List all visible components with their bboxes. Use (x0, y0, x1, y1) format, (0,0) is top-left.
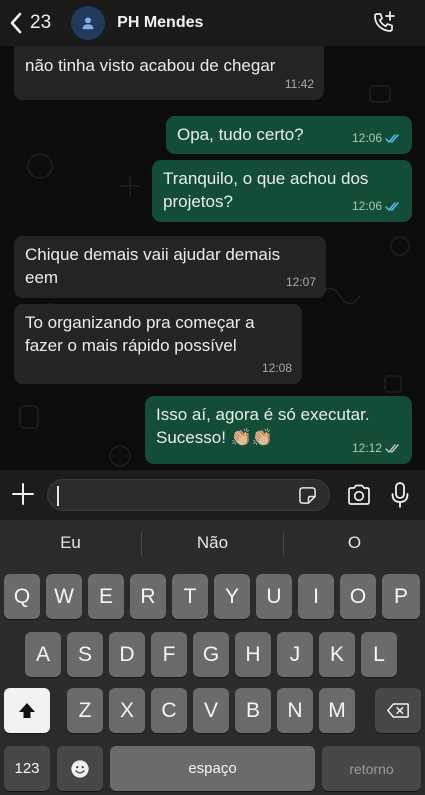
key-w[interactable]: W (46, 574, 82, 619)
sticker-icon[interactable] (298, 486, 317, 505)
shift-key[interactable] (4, 688, 50, 733)
message-meta: 12:06 (352, 195, 402, 218)
key-r[interactable]: R (130, 574, 166, 619)
chevron-left-icon (10, 12, 22, 34)
key-a[interactable]: A (25, 632, 61, 677)
key-i[interactable]: I (298, 574, 334, 619)
key-z[interactable]: Z (67, 688, 103, 733)
delivered-receipt-icon (385, 444, 399, 453)
key-u[interactable]: U (256, 574, 292, 619)
message-text: não tinha visto acabou de chegar (25, 56, 276, 75)
keyboard: Eu Não O Q W E R T Y U I O P A S D F G H… (0, 520, 425, 795)
suggestion-1[interactable]: Eu (0, 520, 141, 566)
message-time: 12:07 (285, 275, 316, 289)
message-meta: 12:12 (352, 437, 402, 460)
key-n[interactable]: N (277, 688, 313, 733)
key-y[interactable]: Y (214, 574, 250, 619)
message-text: Opa, tudo certo? (177, 125, 304, 144)
return-key[interactable]: retorno (322, 746, 421, 791)
message-bubble-incoming[interactable]: Chique demais vaii ajudar demais eem 12:… (14, 236, 326, 298)
message-text: Tranquilo, o que achou dos projetos? (163, 169, 369, 211)
key-b[interactable]: B (235, 688, 271, 733)
message-time: 11:42 (284, 77, 314, 91)
key-o[interactable]: O (340, 574, 376, 619)
chat-header: 23 PH Mendes (0, 0, 425, 46)
suggestion-3[interactable]: O (284, 520, 425, 566)
message-list[interactable]: não tinha visto acabou de chegar 11:42 O… (0, 46, 425, 470)
compose-bar (0, 470, 425, 520)
message-text: Chique demais vaii ajudar demais eem (25, 245, 281, 287)
read-receipt-icon (385, 202, 399, 211)
read-receipt-icon (385, 134, 399, 143)
key-g[interactable]: G (193, 632, 229, 677)
key-e[interactable]: E (88, 574, 124, 619)
key-j[interactable]: J (277, 632, 313, 677)
message-bubble-incoming[interactable]: To organizando pra começar a fazer o mai… (14, 304, 302, 384)
person-icon (82, 17, 94, 30)
message-time: 12:08 (261, 361, 292, 375)
microphone-icon[interactable] (390, 481, 410, 509)
suggestion-2[interactable]: Não (142, 520, 283, 566)
message-text: Isso aí, agora é só executar. Sucesso! 👏… (156, 405, 370, 447)
key-q[interactable]: Q (4, 574, 40, 619)
message-bubble-outgoing[interactable]: Tranquilo, o que achou dos projetos? 12:… (152, 160, 412, 222)
camera-icon[interactable] (346, 483, 372, 507)
text-caret (57, 486, 59, 506)
message-meta: 12:07 (286, 271, 316, 294)
contact-name[interactable]: PH Mendes (117, 14, 203, 32)
key-c[interactable]: C (151, 688, 187, 733)
key-t[interactable]: T (172, 574, 208, 619)
unread-count: 23 (30, 12, 52, 33)
message-bubble-outgoing[interactable]: Isso aí, agora é só executar. Sucesso! 👏… (145, 396, 412, 464)
message-bubble-incoming[interactable]: não tinha visto acabou de chegar 11:42 (14, 46, 324, 100)
message-bubble-outgoing[interactable]: Opa, tudo certo? 12:06 (166, 116, 412, 154)
space-key[interactable]: espaço (110, 746, 315, 791)
avatar[interactable] (71, 6, 106, 40)
backspace-key[interactable] (375, 688, 421, 733)
key-k[interactable]: K (319, 632, 355, 677)
emoji-key[interactable] (57, 746, 103, 791)
key-l[interactable]: L (361, 632, 397, 677)
key-x[interactable]: X (109, 688, 145, 733)
key-v[interactable]: V (193, 688, 229, 733)
key-d[interactable]: D (109, 632, 145, 677)
add-call-icon[interactable] (371, 10, 397, 36)
numbers-key[interactable]: 123 (4, 746, 50, 791)
message-meta: 12:08 (262, 357, 292, 380)
key-m[interactable]: M (319, 688, 355, 733)
message-meta: 12:06 (352, 127, 402, 150)
message-time: 12:06 (351, 199, 382, 213)
message-meta: 11:42 (285, 73, 314, 96)
plus-icon[interactable] (10, 481, 36, 507)
message-time: 12:06 (351, 131, 382, 145)
key-f[interactable]: F (151, 632, 187, 677)
key-p[interactable]: P (382, 574, 420, 619)
message-time: 12:12 (351, 441, 382, 455)
key-h[interactable]: H (235, 632, 271, 677)
back-button[interactable]: 23 (8, 0, 51, 46)
emoji-icon (71, 759, 89, 778)
suggestion-bar: Eu Não O (0, 520, 425, 566)
message-input[interactable] (47, 479, 330, 511)
key-s[interactable]: S (67, 632, 103, 677)
message-text: To organizando pra começar a fazer o mai… (25, 313, 255, 355)
backspace-icon (387, 703, 409, 718)
shift-arrow-icon (19, 702, 35, 718)
